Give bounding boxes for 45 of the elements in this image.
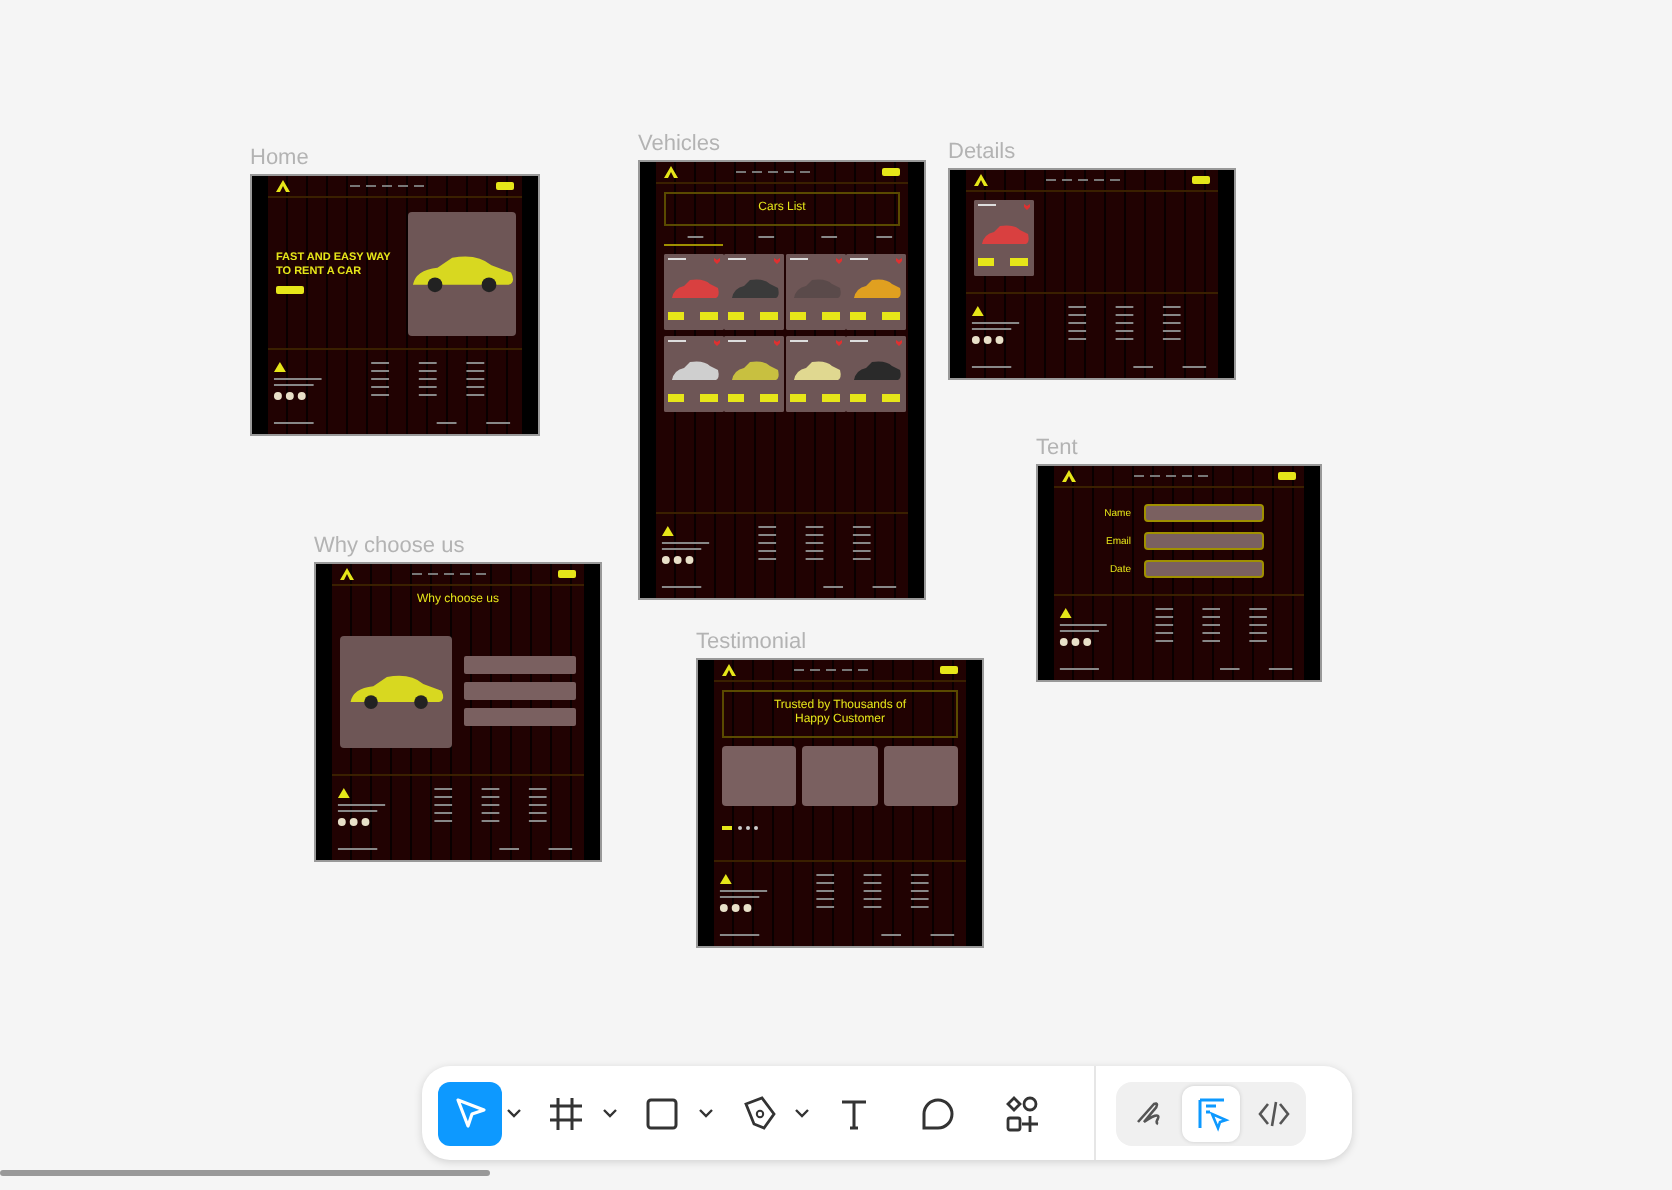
nav-button-shape xyxy=(1192,176,1210,184)
caret-icon[interactable] xyxy=(506,1107,522,1119)
input-field xyxy=(1143,560,1263,578)
car-card xyxy=(785,254,845,330)
frame-thumbnail[interactable] xyxy=(948,168,1236,380)
cta-button-shape xyxy=(276,286,304,294)
car-card xyxy=(664,336,724,412)
caret-icon[interactable] xyxy=(698,1107,714,1119)
frame-title[interactable]: Home xyxy=(250,144,540,174)
car-card xyxy=(845,254,906,330)
nav-button-shape xyxy=(558,570,576,578)
logo-icon xyxy=(722,664,736,676)
car-card xyxy=(724,336,785,412)
testimonial-card xyxy=(883,746,958,806)
frame-title[interactable]: Details xyxy=(948,138,1236,168)
frame-title[interactable]: Vehicles xyxy=(638,130,926,160)
caret-icon[interactable] xyxy=(602,1107,618,1119)
frame-title[interactable]: Why choose us xyxy=(314,532,602,562)
logo-icon xyxy=(276,180,290,192)
car-card xyxy=(845,336,906,412)
testimonial-card xyxy=(802,746,878,806)
nav-button-shape xyxy=(1278,472,1296,480)
car-card xyxy=(664,254,724,330)
logo-icon xyxy=(340,568,354,580)
nav-button-shape xyxy=(496,182,514,190)
logo-icon xyxy=(974,174,988,186)
logo-icon xyxy=(664,166,678,178)
frame-title[interactable]: Tent xyxy=(1036,434,1322,464)
feature-card xyxy=(464,656,576,674)
nav-button-shape xyxy=(882,168,900,176)
feature-card xyxy=(464,708,576,726)
design-mode-button[interactable] xyxy=(1182,1085,1240,1141)
caret-icon[interactable] xyxy=(794,1107,810,1119)
testimonial-card xyxy=(722,746,797,806)
feature-card xyxy=(464,682,576,700)
scrollbar[interactable] xyxy=(0,1170,490,1176)
car-card xyxy=(785,336,845,412)
frame-title[interactable]: Testimonial xyxy=(696,628,984,658)
car-card xyxy=(724,254,785,330)
nav-button-shape xyxy=(940,666,958,674)
car-card xyxy=(974,200,1034,276)
input-field xyxy=(1143,532,1263,550)
input-field xyxy=(1143,504,1263,522)
pagination-dots-icon xyxy=(722,826,762,832)
logo-icon xyxy=(1062,470,1076,482)
